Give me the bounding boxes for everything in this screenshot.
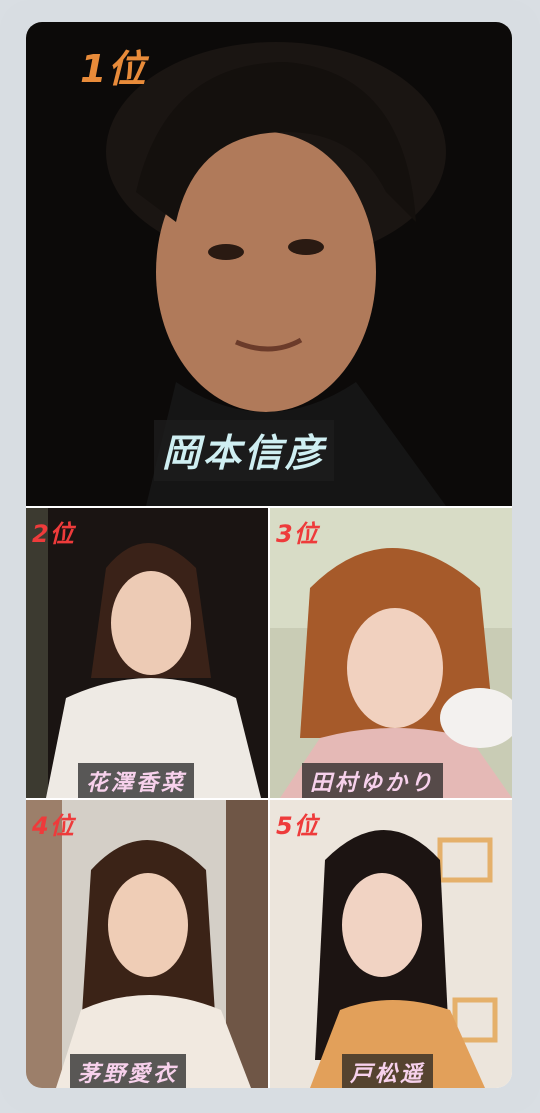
rank-2-name: 花澤香菜 <box>78 763 195 798</box>
portrait-5-image <box>270 800 512 1088</box>
rank-1-photo: 1位 岡本信彦 <box>26 22 512 506</box>
portrait-2-image <box>26 508 268 798</box>
rank-2-label: 2位 <box>32 520 75 548</box>
rank-3-photo: 3位 田村ゆかり <box>270 508 512 798</box>
rank-1-label: 1位 <box>80 47 147 91</box>
rank-4-label: 4位 <box>32 812 75 840</box>
portrait-3-image <box>270 508 512 798</box>
ranking-card: 1位 岡本信彦 2位 花澤香菜 3位 田村ゆかり 4位 茅野愛衣 5位 戸松遥 <box>26 22 512 1088</box>
rank-1-name: 岡本信彦 <box>154 420 335 481</box>
rank-5-photo: 5位 戸松遥 <box>270 800 512 1088</box>
rank-4-photo: 4位 茅野愛衣 <box>26 800 268 1088</box>
outer-frame: 1位 岡本信彦 2位 花澤香菜 3位 田村ゆかり 4位 茅野愛衣 5位 戸松遥 <box>0 0 540 1113</box>
rank-5-label: 5位 <box>276 812 319 840</box>
rank-3-label: 3位 <box>276 520 319 548</box>
portrait-4-image <box>26 800 268 1088</box>
rank-2-photo: 2位 花澤香菜 <box>26 508 268 798</box>
rank-5-name: 戸松遥 <box>342 1054 434 1088</box>
rank-4-name: 茅野愛衣 <box>70 1054 187 1088</box>
rank-3-name: 田村ゆかり <box>302 763 444 798</box>
